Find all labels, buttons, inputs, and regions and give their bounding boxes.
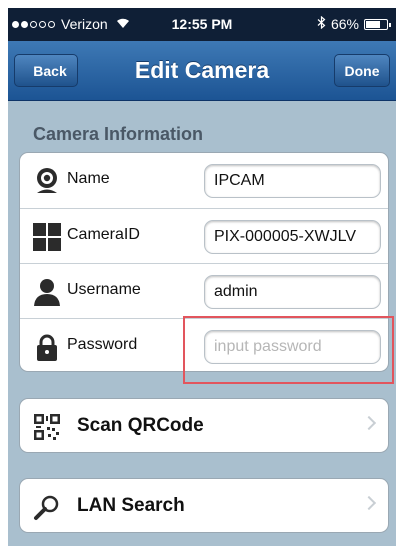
password-highlight-box [183,316,394,384]
magnifier-icon [33,493,61,521]
navigation-bar: Back Edit Camera Done [8,41,396,101]
camera-id-field[interactable] [204,220,381,254]
chevron-right-icon [361,495,377,511]
battery-area: 66% [317,15,391,32]
chevron-right-icon [361,415,377,431]
done-button[interactable]: Done [334,54,390,87]
camera-id-row: CameraID [20,208,388,263]
name-row: Name [20,153,388,208]
username-field[interactable] [204,275,381,309]
scan-qrcode-label: Scan QRCode [77,415,204,436]
lan-search-button[interactable]: LAN Search [19,478,389,533]
bluetooth-icon [317,15,326,32]
password-label: Password [67,336,138,353]
username-row: Username [20,263,388,318]
lan-search-label: LAN Search [77,495,185,516]
status-bar: Verizon 12:55 PM 66% [8,8,396,41]
name-field[interactable] [204,164,381,198]
battery-percent: 66% [330,16,359,32]
qrcode-icon [33,413,61,441]
username-label: Username [67,281,141,298]
camera-id-label: CameraID [67,226,140,243]
scan-qrcode-button[interactable]: Scan QRCode [19,398,389,453]
grid-icon [32,222,62,252]
user-icon [32,277,62,307]
name-label: Name [67,170,110,187]
lock-icon [32,332,62,362]
webcam-icon [32,166,62,196]
battery-icon [364,18,391,30]
section-title: Camera Information [33,124,204,144]
phone-screen: Verizon 12:55 PM 66% Back Edit Camera Do… [8,8,396,546]
